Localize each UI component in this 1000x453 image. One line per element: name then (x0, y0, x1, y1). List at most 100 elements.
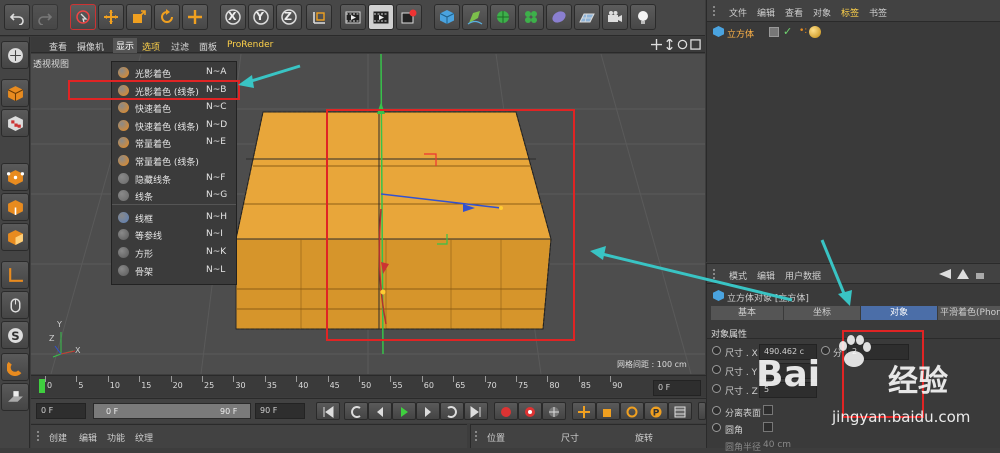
film-button[interactable] (698, 402, 706, 420)
display-menu-item[interactable]: 常量着色 (线条) (112, 152, 238, 169)
key-scale-button[interactable] (596, 402, 620, 420)
cloner-button[interactable] (518, 4, 544, 30)
mat-menu-function[interactable]: 功能 (107, 431, 125, 444)
key-rotate-button[interactable] (620, 402, 644, 420)
scale-button[interactable] (126, 4, 152, 30)
display-menu-item[interactable]: 光影着色 N~A (112, 64, 238, 81)
undo-button[interactable] (4, 4, 30, 30)
menu-prorender[interactable]: ProRender (227, 40, 273, 50)
display-menu-item[interactable]: 隐藏线条 N~F (112, 170, 238, 187)
lock-workplane-button[interactable] (1, 383, 29, 411)
axis-mode-button[interactable] (1, 261, 29, 289)
render-view-button[interactable] (340, 4, 366, 30)
camera-button[interactable] (602, 4, 628, 30)
current-frame-field[interactable]: 0 F (653, 380, 701, 396)
add-button[interactable] (182, 4, 208, 30)
menu-view[interactable]: 查看 (49, 40, 67, 53)
om-menu-bookmarks[interactable]: 书签 (869, 6, 887, 19)
x-axis-button[interactable]: X (220, 4, 246, 30)
playhead[interactable] (39, 379, 45, 393)
light-button[interactable] (630, 4, 656, 30)
separate-radio[interactable] (712, 406, 721, 415)
om-menu-object[interactable]: 对象 (813, 6, 831, 19)
om-menu-tags[interactable]: 标签 (841, 6, 859, 19)
om-row-cube[interactable]: 立方体 ✓ •: (707, 24, 1000, 40)
goto-end-button[interactable] (464, 402, 488, 420)
goto-start-button[interactable] (316, 402, 340, 420)
tab-phong[interactable]: 平滑着色(Phong) (938, 306, 1000, 320)
display-menu-item[interactable]: 常量着色 N~E (112, 134, 238, 151)
magnet-button[interactable] (1, 353, 29, 381)
deformer-button[interactable] (546, 4, 572, 30)
model-mode-button[interactable] (1, 79, 29, 107)
display-menu-item[interactable]: 快速着色 N~C (112, 99, 238, 116)
point-mode-button[interactable] (1, 163, 29, 191)
om-menu-file[interactable]: 文件 (729, 6, 747, 19)
menu-options[interactable]: 选项 (142, 40, 160, 53)
make-editable-button[interactable] (1, 41, 29, 69)
menu-display[interactable]: 显示 (113, 38, 138, 53)
render-picture-button[interactable] (368, 4, 394, 30)
dolly-icon[interactable] (664, 39, 675, 50)
polygon-mode-button[interactable] (1, 223, 29, 251)
size-y-radio[interactable] (712, 365, 721, 374)
display-menu-item[interactable]: 线框 N~H (112, 209, 238, 226)
menu-panel[interactable]: 面板 (199, 40, 217, 53)
mat-menu-edit[interactable]: 编辑 (79, 431, 97, 444)
prev-key-button[interactable] (344, 402, 368, 420)
om-menu-view[interactable]: 查看 (785, 6, 803, 19)
floor-button[interactable] (574, 4, 600, 30)
timeline[interactable]: 0 5 10 15 20 25 30 35 40 45 50 55 60 65 70 75 80 85 90 0 F (31, 375, 706, 397)
range-slider[interactable]: 0 F 90 F (93, 403, 251, 419)
tab-object[interactable]: 对象 (861, 306, 937, 320)
coord-system-button[interactable] (306, 4, 332, 30)
check-icon[interactable]: ✓ (783, 25, 792, 38)
menu-camera[interactable]: 摄像机 (77, 40, 104, 53)
live-select-button[interactable] (70, 4, 96, 30)
max-frame-field[interactable]: 90 F (255, 403, 305, 419)
attr-menu-edit[interactable]: 编辑 (757, 269, 775, 282)
pen-button[interactable] (462, 4, 488, 30)
rotate-button[interactable] (154, 4, 180, 30)
menu-filter[interactable]: 过滤 (171, 40, 189, 53)
display-menu-item[interactable]: 等参线 N~I (112, 226, 238, 243)
subdivision-button[interactable] (490, 4, 516, 30)
attr-menu-mode[interactable]: 模式 (729, 269, 747, 282)
mat-menu-create[interactable]: 创建 (49, 431, 67, 444)
display-menu-item[interactable]: 快速着色 (线条) N~D (112, 117, 238, 134)
play-button[interactable] (392, 402, 416, 420)
orbit-icon[interactable] (677, 39, 688, 50)
key-select-button[interactable] (542, 402, 566, 420)
pan-icon[interactable] (651, 39, 662, 50)
om-menu-edit[interactable]: 编辑 (757, 6, 775, 19)
autokey-button[interactable] (518, 402, 542, 420)
start-frame-field[interactable]: 0 F (36, 403, 86, 419)
z-axis-button[interactable]: Z (276, 4, 302, 30)
tab-coord[interactable]: 坐标 (784, 306, 860, 320)
layer-icon[interactable] (769, 27, 779, 37)
up-arrow-icon[interactable] (957, 269, 969, 279)
attr-menu-userdata[interactable]: 用户数据 (785, 269, 821, 282)
size-x-radio[interactable] (712, 346, 721, 355)
key-move-button[interactable] (572, 402, 596, 420)
y-axis-button[interactable]: Y (248, 4, 274, 30)
display-menu-item[interactable]: 方形 N~K (112, 244, 238, 261)
lock-icon[interactable] (975, 269, 985, 279)
record-button[interactable] (494, 402, 518, 420)
maximize-icon[interactable] (690, 39, 701, 50)
fillet-radio[interactable] (712, 423, 721, 432)
prev-frame-button[interactable] (368, 402, 392, 420)
snap-button[interactable]: S (1, 321, 29, 349)
edge-mode-button[interactable] (1, 193, 29, 221)
move-button[interactable] (98, 4, 124, 30)
next-frame-button[interactable] (416, 402, 440, 420)
mat-menu-texture[interactable]: 纹理 (135, 431, 153, 444)
size-z-radio[interactable] (712, 384, 721, 393)
back-arrow-icon[interactable] (939, 269, 951, 279)
cube-button[interactable] (434, 4, 460, 30)
display-menu-item[interactable]: 线条 N~G (112, 187, 238, 204)
texture-mode-button[interactable] (1, 109, 29, 137)
next-key-button[interactable] (440, 402, 464, 420)
render-settings-button[interactable] (396, 4, 422, 30)
redo-button[interactable] (32, 4, 58, 30)
